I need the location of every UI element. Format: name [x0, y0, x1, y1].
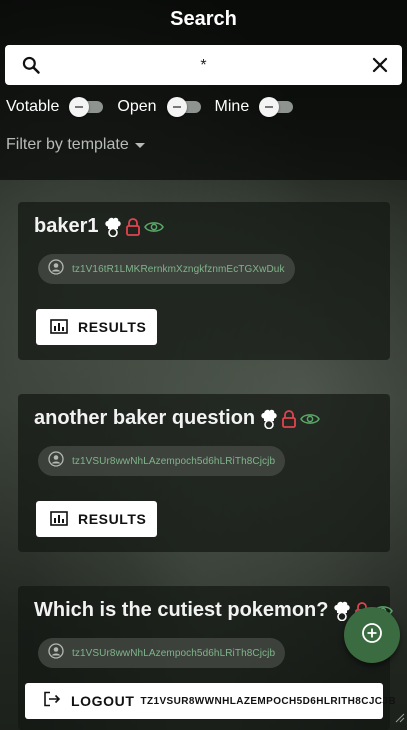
close-icon[interactable]: [371, 56, 389, 79]
question-card[interactable]: baker1 tz1V16tR1LMKRernkmXzngkfznmEcTGXw…: [18, 202, 390, 360]
logout-button[interactable]: LOGOUT TZ1VSUR8WWNHLAZEMPOCH5D6HLRITH8CJ…: [25, 683, 396, 719]
card-title-text: baker1: [34, 215, 99, 237]
results-button[interactable]: RESULTS: [36, 309, 157, 345]
caret-down-icon: [134, 142, 145, 148]
template-filter-label: Filter by template: [6, 136, 129, 153]
results-button[interactable]: RESULTS: [36, 501, 157, 537]
account-icon: [48, 642, 64, 664]
page-title: Search: [170, 8, 237, 30]
logout-address: TZ1VSUR8WWNHLAZEMPOCH5D6HLRITH8CJCJB: [140, 695, 397, 707]
card-title-text: another baker question: [34, 407, 256, 429]
account-icon: [48, 450, 64, 472]
address-text: tz1VSUr8wwNhLAzempoch5d6hLRiTh8Cjcjb: [72, 455, 276, 467]
open-label: Open: [117, 98, 157, 115]
open-toggle[interactable]: [166, 97, 203, 117]
add-question-button[interactable]: [344, 607, 400, 663]
eye-icon: [300, 412, 321, 426]
question-card[interactable]: another baker question tz1VSUr8wwNhLAzem…: [18, 394, 390, 552]
mine-label: Mine: [214, 98, 250, 115]
card-title: baker1: [34, 215, 164, 238]
template-filter-select[interactable]: Filter by template: [6, 136, 145, 154]
search-icon: [21, 55, 41, 80]
account-icon: [48, 258, 64, 280]
address-chip: tz1VSUr8wwNhLAzempoch5d6hLRiTh8Cjcjb: [38, 446, 286, 476]
filter-toggles: Votable Open Mine: [6, 97, 307, 117]
baker-icon: [260, 409, 278, 429]
address-text: tz1VSUr8wwNhLAzempoch5d6hLRiTh8Cjcjb: [72, 647, 276, 659]
votable-label: Votable: [6, 98, 60, 115]
resize-grip-icon[interactable]: [395, 710, 405, 728]
search-header: Search Votable Open Mine Filter by templ…: [0, 0, 407, 180]
bar-chart-icon: [50, 510, 68, 529]
address-text: tz1V16tR1LMKRernkmXzngkfznmEcTGXwDuk: [72, 263, 285, 275]
search-input[interactable]: [65, 45, 342, 87]
add-circle-icon: [361, 622, 383, 649]
search-box[interactable]: [5, 45, 402, 87]
bar-chart-icon: [50, 318, 68, 337]
lock-icon: [281, 409, 297, 429]
logout-label: LOGOUT: [71, 693, 135, 709]
baker-icon: [104, 217, 122, 237]
eye-icon: [143, 220, 164, 234]
logout-icon: [43, 691, 61, 712]
results-label: RESULTS: [78, 319, 147, 335]
results-label: RESULTS: [78, 511, 147, 527]
mine-toggle[interactable]: [259, 97, 295, 117]
votable-toggle[interactable]: [69, 97, 105, 117]
card-title: another baker question: [34, 407, 321, 430]
address-chip: tz1VSUr8wwNhLAzempoch5d6hLRiTh8Cjcjb: [38, 638, 286, 668]
card-title-text: Which is the cutiest pokemon?: [34, 599, 329, 621]
lock-icon: [125, 217, 141, 237]
address-chip: tz1V16tR1LMKRernkmXzngkfznmEcTGXwDuk: [38, 254, 295, 284]
card-title: Which is the cutiest pokemon?: [34, 599, 394, 622]
